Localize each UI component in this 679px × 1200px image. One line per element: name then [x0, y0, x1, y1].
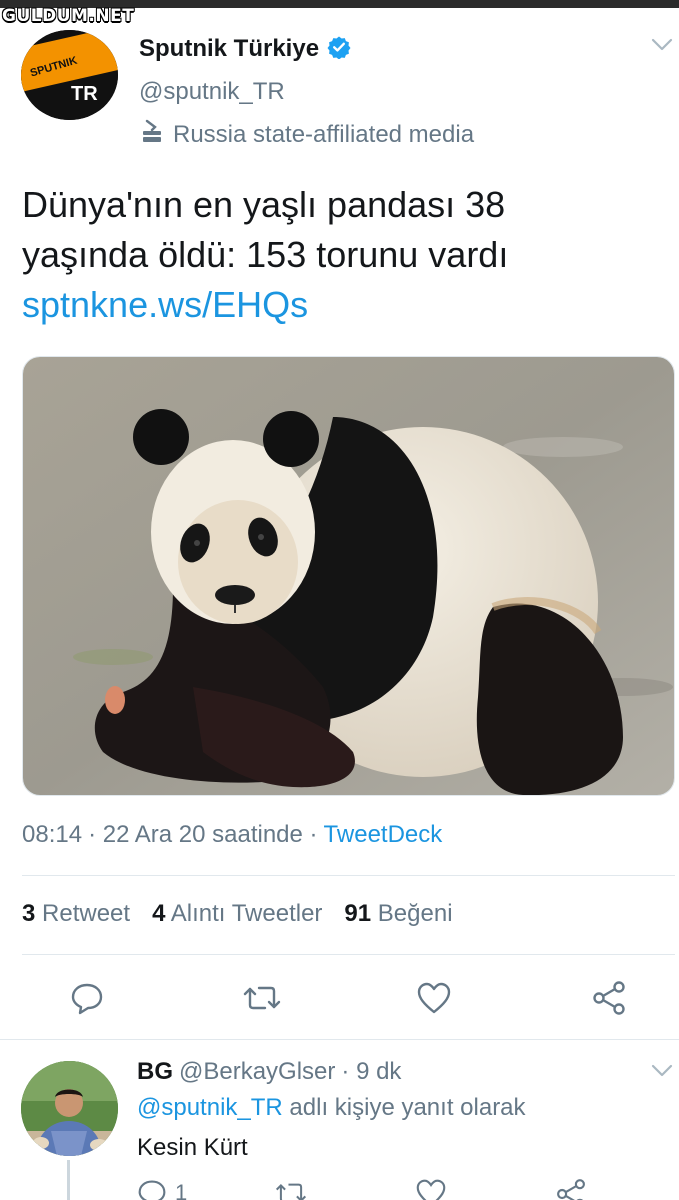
quote-stat[interactable]: 4 Alıntı Tweetler	[152, 900, 322, 928]
replying-to-text: adlı kişiye yanıt olarak	[282, 1094, 526, 1121]
like-button[interactable]	[414, 975, 454, 1021]
author-display-name[interactable]: Sputnik Türkiye	[139, 35, 319, 63]
retweet-count: 3	[22, 900, 36, 927]
state-media-icon	[139, 118, 165, 151]
reply-text: Kesin Kürt	[137, 1134, 248, 1161]
tweet-text-line-2: yaşında öldü: 153 torunu vardı	[22, 234, 509, 275]
tweet-timestamp: 08:14 · 22 Ara 20 saatinde · TweetDeck	[22, 821, 442, 849]
avatar-logo-tr: TR	[71, 83, 98, 105]
reply-retweet-button[interactable]	[275, 1178, 307, 1200]
share-icon	[557, 1179, 585, 1200]
retweet-icon	[275, 1183, 307, 1200]
retweet-button[interactable]	[242, 975, 282, 1021]
reply-reply-button[interactable]: 1	[137, 1178, 187, 1200]
panda-photo	[23, 357, 674, 795]
reply-icon	[138, 1180, 166, 1200]
reply-author-handle[interactable]: @BerkayGlser	[179, 1058, 335, 1086]
tweet-link[interactable]: sptnkne.ws/EHQs	[22, 280, 662, 330]
share-button[interactable]	[589, 975, 629, 1021]
like-stat[interactable]: 91 Beğeni	[344, 900, 452, 928]
divider	[22, 875, 675, 876]
reply-reply-count: 1	[175, 1180, 188, 1200]
reply-share-button[interactable]	[555, 1178, 587, 1200]
tweet-text-line-1: Dünya'nın en yaşlı pandası 38	[22, 184, 506, 225]
reply-header: BG @BerkayGlser · 9 dk	[137, 1058, 401, 1086]
tweet-date[interactable]: · 22 Ara 20 saatinde ·	[88, 821, 317, 849]
divider	[0, 1039, 679, 1040]
tweet-text: Dünya'nın en yaşlı pandası 38 yaşında öl…	[22, 180, 662, 330]
like-label: Beğeni	[377, 900, 453, 927]
retweet-icon	[243, 986, 281, 1010]
heart-icon	[416, 1179, 446, 1200]
quote-count: 4	[152, 900, 166, 927]
tweet-more-chevron-down-icon[interactable]	[651, 38, 673, 57]
share-icon	[593, 981, 625, 1015]
tweet-media-photo[interactable]	[22, 356, 675, 796]
state-affiliation-text: Russia state-affiliated media	[173, 120, 475, 148]
tweet-stats: 3 Retweet 4 Alıntı Tweetler 91 Beğeni	[22, 900, 453, 928]
state-affiliation-label[interactable]: Russia state-affiliated media	[139, 118, 474, 151]
reply-author-avatar[interactable]	[21, 1061, 118, 1156]
tweet-source[interactable]: TweetDeck	[324, 821, 443, 849]
retweet-label: Retweet	[42, 900, 131, 927]
quote-label: Alıntı Tweetler	[170, 900, 323, 927]
author-avatar[interactable]: SPUTNIK TR	[21, 30, 118, 120]
reply-author-name[interactable]: BG	[137, 1058, 173, 1086]
thread-line	[67, 1160, 70, 1200]
reply-icon	[71, 983, 103, 1015]
like-count: 91	[344, 900, 372, 927]
divider	[22, 954, 675, 955]
reply-time[interactable]: · 9 dk	[341, 1058, 401, 1086]
reply-button[interactable]	[67, 975, 107, 1021]
replying-to: @sputnik_TR adlı kişiye yanıt olarak	[137, 1094, 526, 1122]
retweet-stat[interactable]: 3 Retweet	[22, 900, 130, 928]
watermark: GULDUM.NET	[2, 6, 135, 26]
tweet-action-bar	[0, 975, 679, 1021]
author-name-row: Sputnik Türkiye	[139, 32, 351, 66]
reply-action-bar: 1	[137, 1178, 677, 1200]
author-handle[interactable]: @sputnik_TR	[139, 78, 285, 106]
replying-to-mention[interactable]: @sputnik_TR	[137, 1094, 283, 1121]
heart-icon	[417, 982, 451, 1014]
tweet-time[interactable]: 08:14	[22, 821, 82, 849]
reply-like-button[interactable]	[415, 1178, 447, 1200]
reply-more-chevron-down-icon[interactable]	[651, 1064, 673, 1083]
verified-badge-icon	[327, 35, 351, 64]
